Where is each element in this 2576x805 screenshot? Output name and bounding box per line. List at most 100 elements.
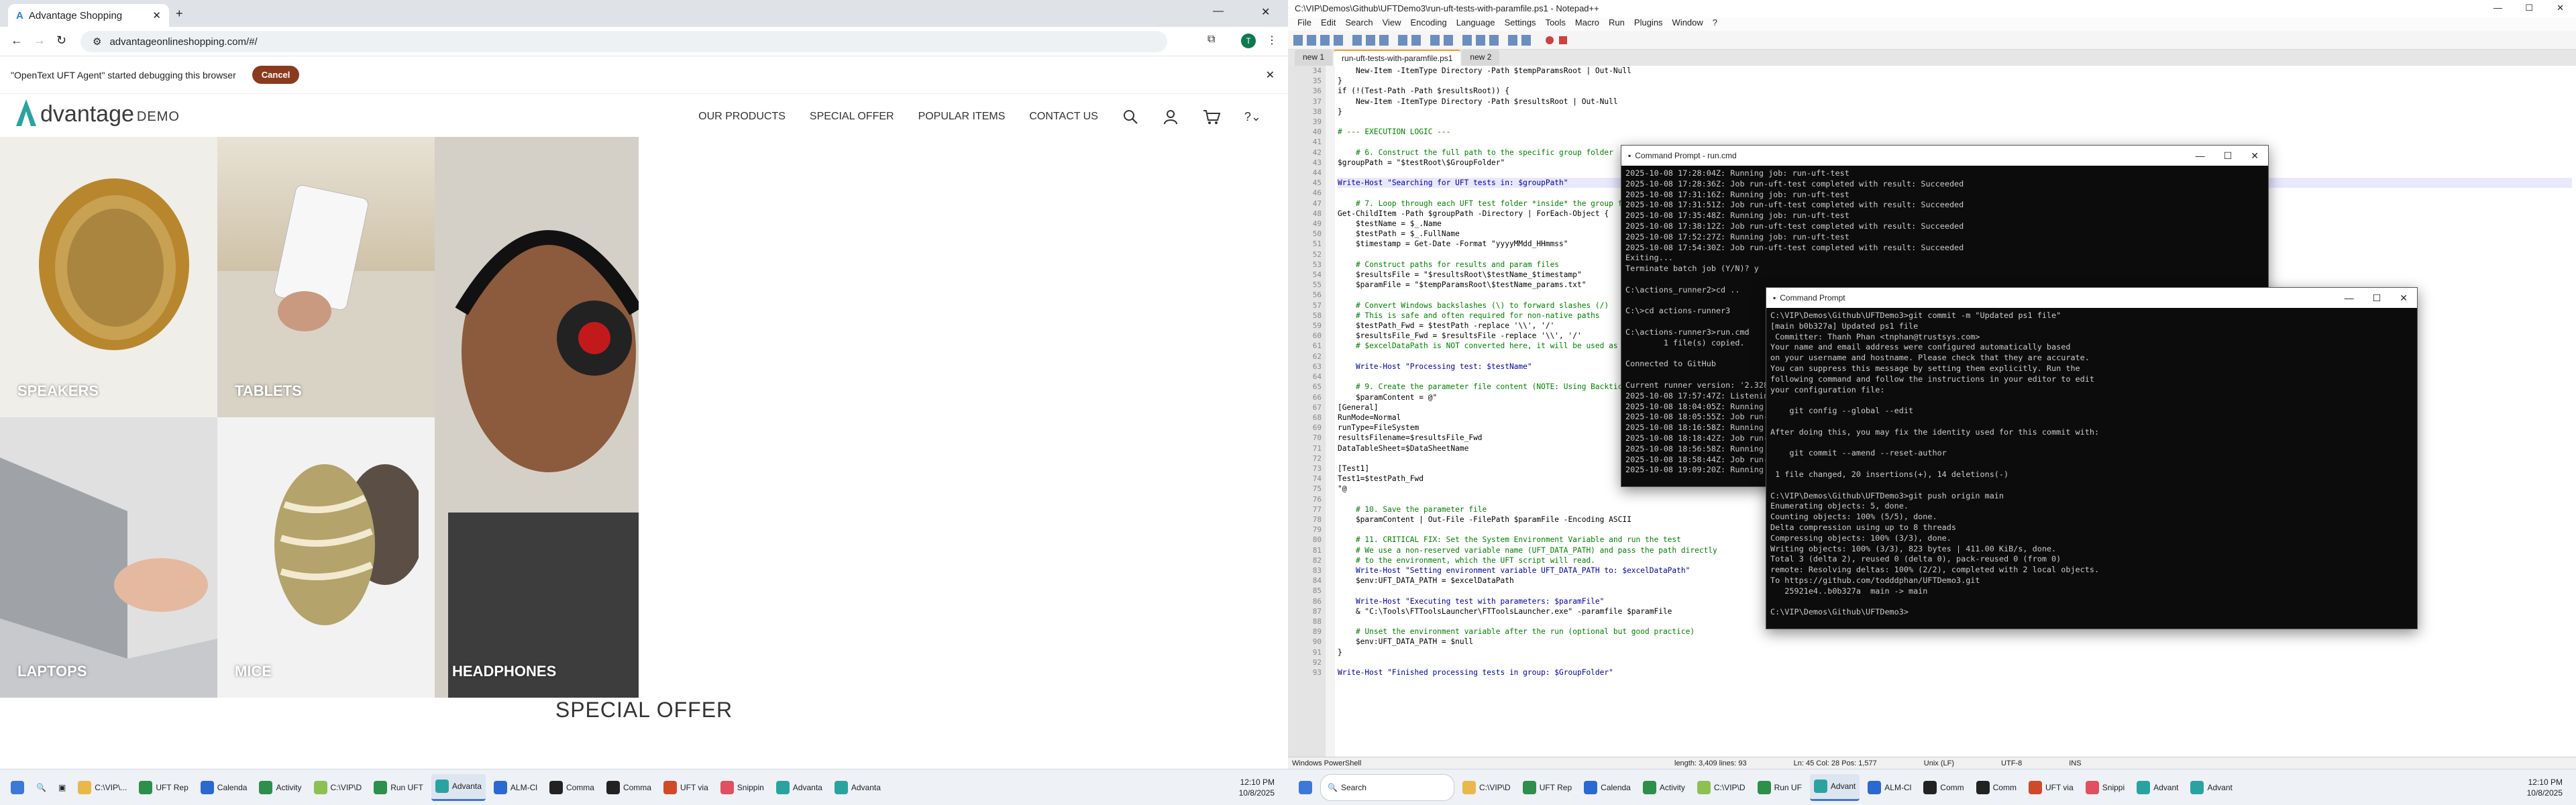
close-infobar-icon[interactable]: ✕ — [1266, 68, 1275, 82]
npp-tab-new2[interactable]: new 2 — [1462, 50, 1500, 66]
close-tab-icon[interactable]: ✕ — [152, 9, 161, 21]
tile-speakers[interactable]: SPEAKERS — [0, 137, 217, 417]
taskbar-app-10[interactable]: Comma — [602, 774, 655, 801]
code-line: } — [1338, 647, 1342, 657]
npp-close-icon[interactable]: ✕ — [2557, 3, 2564, 13]
menu-plugins[interactable]: Plugins — [1634, 17, 1663, 31]
menu-help[interactable]: ? — [1713, 17, 1717, 31]
new-tab-icon[interactable]: + — [176, 7, 183, 21]
menu-file[interactable]: File — [1297, 17, 1311, 31]
cmd-maximize-icon[interactable]: ☐ — [2224, 150, 2233, 162]
status-length: length: 3,409 lines: 93 — [1674, 759, 1747, 767]
menu-window[interactable]: Window — [1672, 17, 1703, 31]
taskbar-app-3[interactable]: Calenda — [1580, 774, 1635, 801]
menu-macro[interactable]: Macro — [1575, 17, 1599, 31]
tile-headphones[interactable]: HEADPHONES — [435, 137, 639, 698]
menu-encoding[interactable]: Encoding — [1411, 17, 1447, 31]
taskbar-app-12[interactable]: Snippin — [716, 774, 768, 801]
search-icon[interactable] — [1122, 109, 1138, 125]
taskbar-search-box[interactable]: 🔍 Search — [1320, 773, 1454, 801]
tablet-image — [274, 184, 369, 331]
help-icon[interactable]: ?⌄ — [1244, 110, 1261, 124]
menu-edit[interactable]: Edit — [1321, 17, 1336, 31]
taskbar-app-13[interactable]: Advant — [2133, 774, 2182, 801]
taskbar-app-4[interactable]: Activity — [1639, 774, 1689, 801]
taskbar-app-9[interactable]: Comm — [1919, 774, 1968, 801]
nav-our-products[interactable]: OUR PRODUCTS — [698, 111, 786, 123]
taskbar-app-5[interactable]: C:\VIP\D — [1693, 774, 1750, 801]
user-icon[interactable] — [1163, 109, 1179, 125]
npp-toolbar-icons[interactable] — [1288, 31, 1610, 50]
task-view-icon[interactable]: ▣ — [54, 774, 70, 801]
menu-language[interactable]: Language — [1456, 17, 1495, 31]
taskbar-app-6[interactable]: Run UF — [1754, 774, 1806, 801]
npp-tab-new1[interactable]: new 1 — [1295, 50, 1333, 66]
taskbar-clock-left[interactable]: 12:10 PM 10/8/2025 — [1239, 777, 1275, 798]
taskbar-app-14[interactable]: Advant — [2186, 774, 2236, 801]
nav-contact-us[interactable]: CONTACT US — [1029, 111, 1098, 123]
browser-menu-icon[interactable]: ⋮ — [1267, 34, 1277, 47]
address-bar[interactable]: ⚙ advantageonlineshopping.com/#/ — [80, 31, 1167, 52]
site-info-icon[interactable]: ⚙ — [93, 36, 101, 48]
taskbar-app-10[interactable]: Comm — [1972, 774, 2021, 801]
window-minimize-icon[interactable]: — — [1213, 5, 1224, 17]
taskbar-app-4[interactable]: Activity — [255, 774, 305, 801]
tile-laptops[interactable]: LAPTOPS — [0, 417, 217, 698]
cmd-title-bar: ▪ Command Prompt - run.cmd — ☐ ✕ — [1621, 146, 2268, 166]
nav-popular-items[interactable]: POPULAR ITEMS — [918, 111, 1006, 123]
browser-tab[interactable]: A Advantage Shopping ✕ — [8, 4, 169, 27]
console-line: Exiting... — [1625, 253, 1674, 263]
taskbar-app-7[interactable]: Advanta — [431, 773, 486, 801]
cmd-minimize-icon[interactable]: — — [2345, 292, 2354, 304]
menu-tools[interactable]: Tools — [1546, 17, 1566, 31]
window-close-icon[interactable]: ✕ — [1261, 5, 1270, 19]
tile-tablets[interactable]: TABLETS — [217, 137, 435, 417]
taskbar-app-12[interactable]: Snippi — [2082, 774, 2129, 801]
taskbar-app-8[interactable]: ALM-Cl — [1864, 774, 1915, 801]
cmd-maximize-icon[interactable]: ☐ — [2373, 292, 2381, 304]
taskbar-app-9[interactable]: Comma — [545, 774, 598, 801]
npp-maximize-icon[interactable]: ☐ — [2525, 3, 2533, 13]
cmd-minimize-icon[interactable]: — — [2196, 150, 2205, 162]
taskbar-app-3[interactable]: Calenda — [197, 774, 252, 801]
cmd-window-git[interactable]: ▪ Command Prompt — ☐ ✕ C:\VIP\Demos\Github… — [1766, 287, 2418, 629]
forward-icon[interactable]: → — [34, 34, 46, 48]
laptop-image — [0, 417, 217, 698]
npp-minimize-icon[interactable]: — — [2493, 3, 2502, 13]
line-number: 84 — [1312, 576, 1322, 586]
search-taskbar-icon[interactable]: 🔍 — [32, 774, 50, 801]
taskbar-app-2[interactable]: UFT Rep — [135, 774, 192, 801]
reload-icon[interactable]: ↻ — [56, 34, 66, 48]
npp-tab-ps1[interactable]: run-uft-tests-with-paramfile.ps1 — [1334, 50, 1461, 66]
taskbar-app-7[interactable]: Advant — [1809, 773, 1860, 801]
taskbar-app-11[interactable]: UFT via — [659, 774, 712, 801]
back-icon[interactable]: ← — [11, 34, 23, 48]
taskbar-app-5[interactable]: C:\VIP\D — [310, 774, 366, 801]
taskbar-clock-right[interactable]: 12:10 PM 10/8/2025 — [2527, 777, 2563, 798]
cancel-debug-button[interactable]: Cancel — [252, 66, 300, 84]
menu-run[interactable]: Run — [1609, 17, 1625, 31]
start-button[interactable] — [7, 774, 28, 801]
tile-mice[interactable]: MICE — [217, 417, 435, 698]
menu-view[interactable]: View — [1383, 17, 1401, 31]
extensions-icon[interactable]: ⧉ — [1208, 34, 1215, 46]
taskbar-app-2[interactable]: UFT Rep — [1519, 774, 1576, 801]
taskbar-app-1[interactable]: C:\VIP\D — [1458, 774, 1515, 801]
site-favicon-icon: A — [16, 9, 23, 21]
nav-special-offer[interactable]: SPECIAL OFFER — [810, 111, 894, 123]
taskbar-app-11[interactable]: UFT via — [2025, 774, 2078, 801]
profile-avatar[interactable]: T — [1241, 34, 1256, 48]
console-line: remote: Resolving deltas: 100% (2/2), co… — [1770, 565, 2100, 575]
site-logo[interactable]: dvantage DEMO — [15, 98, 180, 127]
taskbar-app-1[interactable]: C:\VIP\... — [74, 774, 131, 801]
taskbar-app-13[interactable]: Advanta — [772, 774, 826, 801]
menu-search[interactable]: Search — [1345, 17, 1373, 31]
taskbar-app-6[interactable]: Run UFT — [370, 774, 427, 801]
start-button[interactable] — [1295, 774, 1316, 801]
menu-settings[interactable]: Settings — [1505, 17, 1536, 31]
cart-icon[interactable] — [1203, 109, 1220, 125]
cmd-close-icon[interactable]: ✕ — [2400, 292, 2408, 304]
cmd-close-icon[interactable]: ✕ — [2251, 150, 2259, 162]
taskbar-app-14[interactable]: Advanta — [830, 774, 885, 801]
taskbar-app-8[interactable]: ALM-Cl — [490, 774, 541, 801]
